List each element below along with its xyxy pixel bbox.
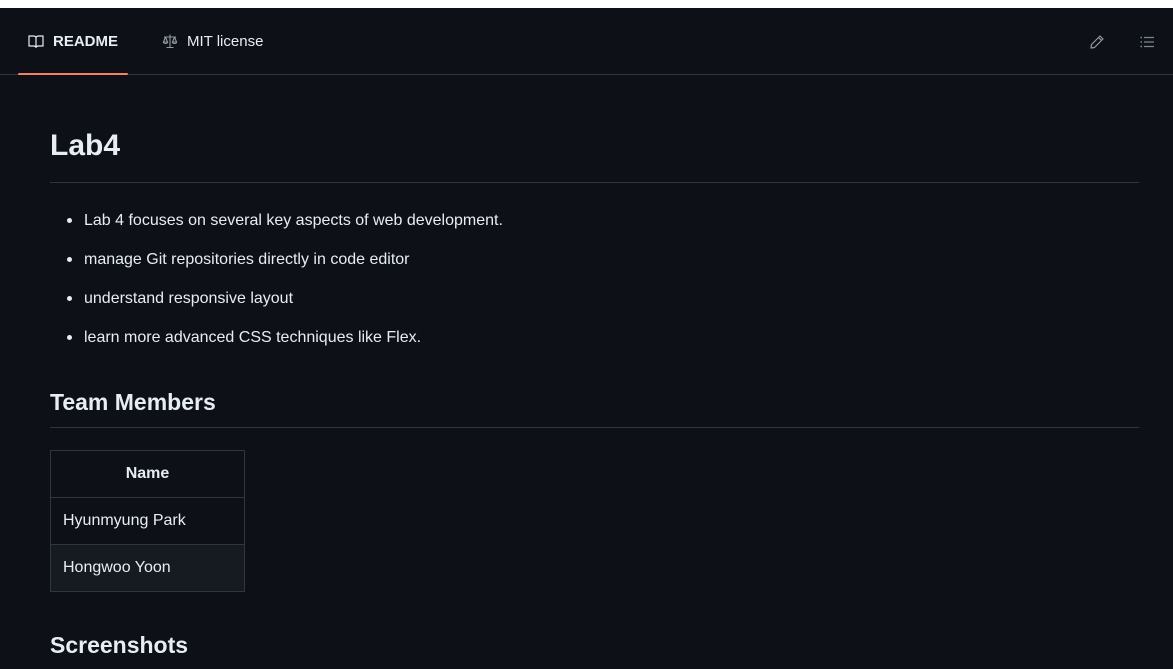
list-item: learn more advanced CSS techniques like … <box>50 327 503 366</box>
tab-readme-label: README <box>53 32 119 50</box>
list-item: Lab 4 focuses on several key aspects of … <box>50 210 503 249</box>
team-heading-divider <box>50 427 1139 428</box>
tab-license[interactable]: MIT license <box>162 8 263 74</box>
table-cell: Hongwoo Yoon <box>50 544 245 592</box>
edit-file-button[interactable] <box>1088 33 1106 51</box>
team-members-heading: Team Members <box>50 389 216 415</box>
readme-panel: README MIT license Lab4 Lab 4 focuses on… <box>0 8 1173 669</box>
table-header-name: Name <box>50 450 245 498</box>
table-row: Hongwoo Yoon <box>50 544 245 592</box>
readme-title: Lab4 <box>50 129 121 162</box>
screenshots-heading: Screenshots <box>50 632 189 658</box>
list-unordered-icon <box>1140 36 1154 48</box>
feature-list: Lab 4 focuses on several key aspects of … <box>50 210 503 366</box>
list-item: manage Git repositories directly in code… <box>50 249 503 288</box>
table-header-row: Name <box>50 450 245 498</box>
table-row: Hyunmyung Park <box>50 497 245 545</box>
title-divider <box>50 182 1139 183</box>
list-item: understand responsive layout <box>50 288 503 327</box>
outline-button[interactable] <box>1138 33 1156 51</box>
pencil-icon <box>1090 35 1104 49</box>
book-icon <box>28 35 44 48</box>
readme-tab-bar: README MIT license <box>0 8 1173 75</box>
tab-license-label: MIT license <box>187 32 264 50</box>
table-cell: Hyunmyung Park <box>50 497 245 545</box>
law-scale-icon <box>162 34 178 49</box>
team-members-table: Name Hyunmyung Park Hongwoo Yoon <box>50 450 245 592</box>
tab-readme[interactable]: README <box>17 8 129 75</box>
